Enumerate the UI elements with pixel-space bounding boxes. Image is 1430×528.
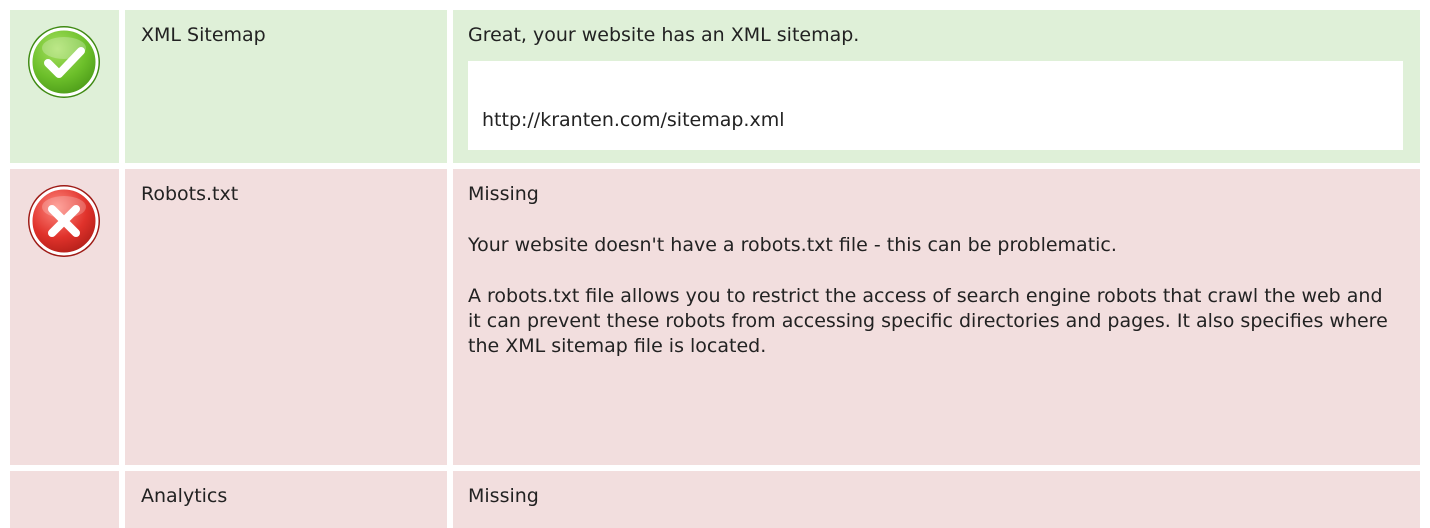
sitemap-url: http://kranten.com/sitemap.xml bbox=[482, 109, 785, 131]
row-robots-status-cell bbox=[10, 169, 119, 465]
row-message: Great, your website has an XML sitemap. bbox=[468, 24, 860, 46]
row-detail: Your website doesn't have a robots.txt f… bbox=[468, 234, 1117, 256]
row-label: Robots.txt bbox=[141, 183, 239, 205]
row-message: Missing bbox=[468, 183, 539, 205]
sitemap-url-box: http://kranten.com/sitemap.xml bbox=[468, 61, 1403, 150]
row-robots-label-cell: Robots.txt bbox=[125, 169, 447, 465]
row-xml-sitemap-status-cell bbox=[10, 10, 119, 163]
check-circle-icon bbox=[28, 26, 100, 98]
row-xml-sitemap-content-cell: Great, your website has an XML sitemap. … bbox=[453, 10, 1420, 163]
row-description: A robots.txt file allows you to restrict… bbox=[468, 285, 1388, 357]
row-robots-content-cell: Missing Your website doesn't have a robo… bbox=[453, 169, 1420, 465]
cross-circle-icon bbox=[28, 185, 100, 257]
row-analytics-status-cell bbox=[10, 471, 119, 528]
row-analytics-content-cell: Missing bbox=[453, 471, 1420, 528]
row-analytics-label-cell: Analytics bbox=[125, 471, 447, 528]
row-xml-sitemap-label-cell: XML Sitemap bbox=[125, 10, 447, 163]
row-message: Missing bbox=[468, 485, 539, 507]
seo-audit-table: XML Sitemap Great, your website has an X… bbox=[0, 0, 1430, 528]
row-label: Analytics bbox=[141, 485, 228, 507]
row-label: XML Sitemap bbox=[141, 24, 266, 46]
